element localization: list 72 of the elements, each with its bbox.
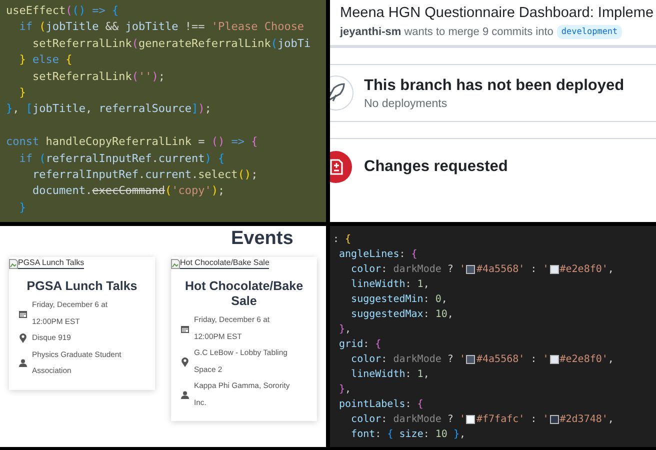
map-pin-icon [19, 333, 27, 344]
code-text: : [381, 263, 388, 277]
code-line: setReferralLink(generateReferralLink(jobTi [31, 36, 311, 52]
code-line: lineWidth: 1, [350, 368, 430, 382]
code-text: ' [459, 263, 466, 277]
code-text: ' [542, 353, 549, 367]
code-text: ' [459, 413, 466, 427]
code-line: pointLabels: { [338, 398, 424, 412]
code-text: : [530, 353, 538, 367]
code-text: darkMode [393, 263, 442, 277]
image-alt-text: PGSA Lunch Talks [18, 258, 84, 269]
code-line: lineWidth: 1, [350, 278, 430, 292]
code-text: color [350, 263, 382, 277]
code-text: ? [446, 263, 454, 277]
map-pin-icon [181, 356, 189, 366]
code-text: , [608, 263, 614, 277]
code-text: #e2e8f0' [560, 263, 608, 277]
code-line: if (jobTitle && jobTitle !== 'Please Choose [18, 19, 304, 36]
code-text: ? [446, 413, 454, 427]
calendar-icon [19, 310, 27, 318]
code-line: suggestedMax: 10, [350, 308, 454, 322]
code-line: } else { [18, 52, 72, 68]
event-title: PGSA Lunch Talks [26, 278, 138, 295]
code-text: : [381, 353, 388, 367]
image-alt-text: Hot Chocolate/Bake Sale [180, 258, 270, 269]
code-text: , [608, 353, 614, 367]
events-heading: Events [230, 227, 294, 250]
code-text: : [381, 413, 388, 427]
person-icon [19, 359, 27, 367]
pull-request-title: Meena HGN Questionnaire Dashboard: Impleme [340, 5, 655, 21]
code-line: grid: { [338, 338, 382, 352]
code-text: #e2e8f0' [560, 353, 608, 367]
code-line: useEffect(() => { [6, 3, 119, 19]
code-text: darkMode [393, 413, 442, 427]
code-line: suggestedMin: 0, [350, 293, 448, 307]
code-line: angleLines: { [338, 248, 418, 262]
code-text: #f7fafc' [476, 413, 525, 427]
event-title: Hot Chocolate/Bake Sale [184, 278, 304, 310]
code-line: }, [338, 323, 352, 337]
person-icon [181, 390, 189, 398]
code-text: #2d3748' [560, 413, 608, 427]
code-text: : [530, 263, 538, 277]
code-text: color [350, 353, 382, 367]
code-line: }, [jobTitle, referralSource]); [6, 101, 212, 118]
section-subtitle: No deployments [364, 98, 448, 110]
code-text: ' [542, 263, 549, 277]
code-line: } [18, 200, 26, 216]
code-text: ' [459, 353, 466, 367]
broken-image-icon [171, 259, 180, 269]
code-text: ' [542, 413, 549, 427]
code-line: setReferralLink(''); [31, 68, 165, 85]
code-text: #4a5568' [476, 353, 525, 367]
code-line: font: { size: 10 }, [350, 428, 466, 442]
branch-label[interactable]: development [557, 25, 622, 39]
code-line: referralInputRef.current.select(); [31, 166, 258, 183]
code-line: } [18, 84, 26, 101]
code-text: ? [446, 353, 454, 367]
code-text: , [608, 413, 614, 427]
code-line: if (referralInputRef.current) { [18, 150, 225, 167]
section-title: Changes requested [364, 158, 508, 176]
code-text: darkMode [393, 353, 442, 367]
merge-description: jeyanthi-sm wants to merge 9 commits into [340, 26, 554, 38]
calendar-icon [181, 324, 189, 332]
code-text: #4a5568' [476, 263, 525, 277]
section-title: This branch has not been deployed [364, 76, 624, 94]
code-line: const handleCopyReferralLink = () => { [6, 134, 258, 150]
code-line: document.execCommand('copy'); [31, 183, 225, 200]
code-text: color [350, 413, 382, 427]
code-text: : [530, 413, 538, 427]
code-line: : { [333, 233, 352, 247]
code-line: }, [338, 383, 352, 397]
broken-image-icon [9, 259, 18, 269]
